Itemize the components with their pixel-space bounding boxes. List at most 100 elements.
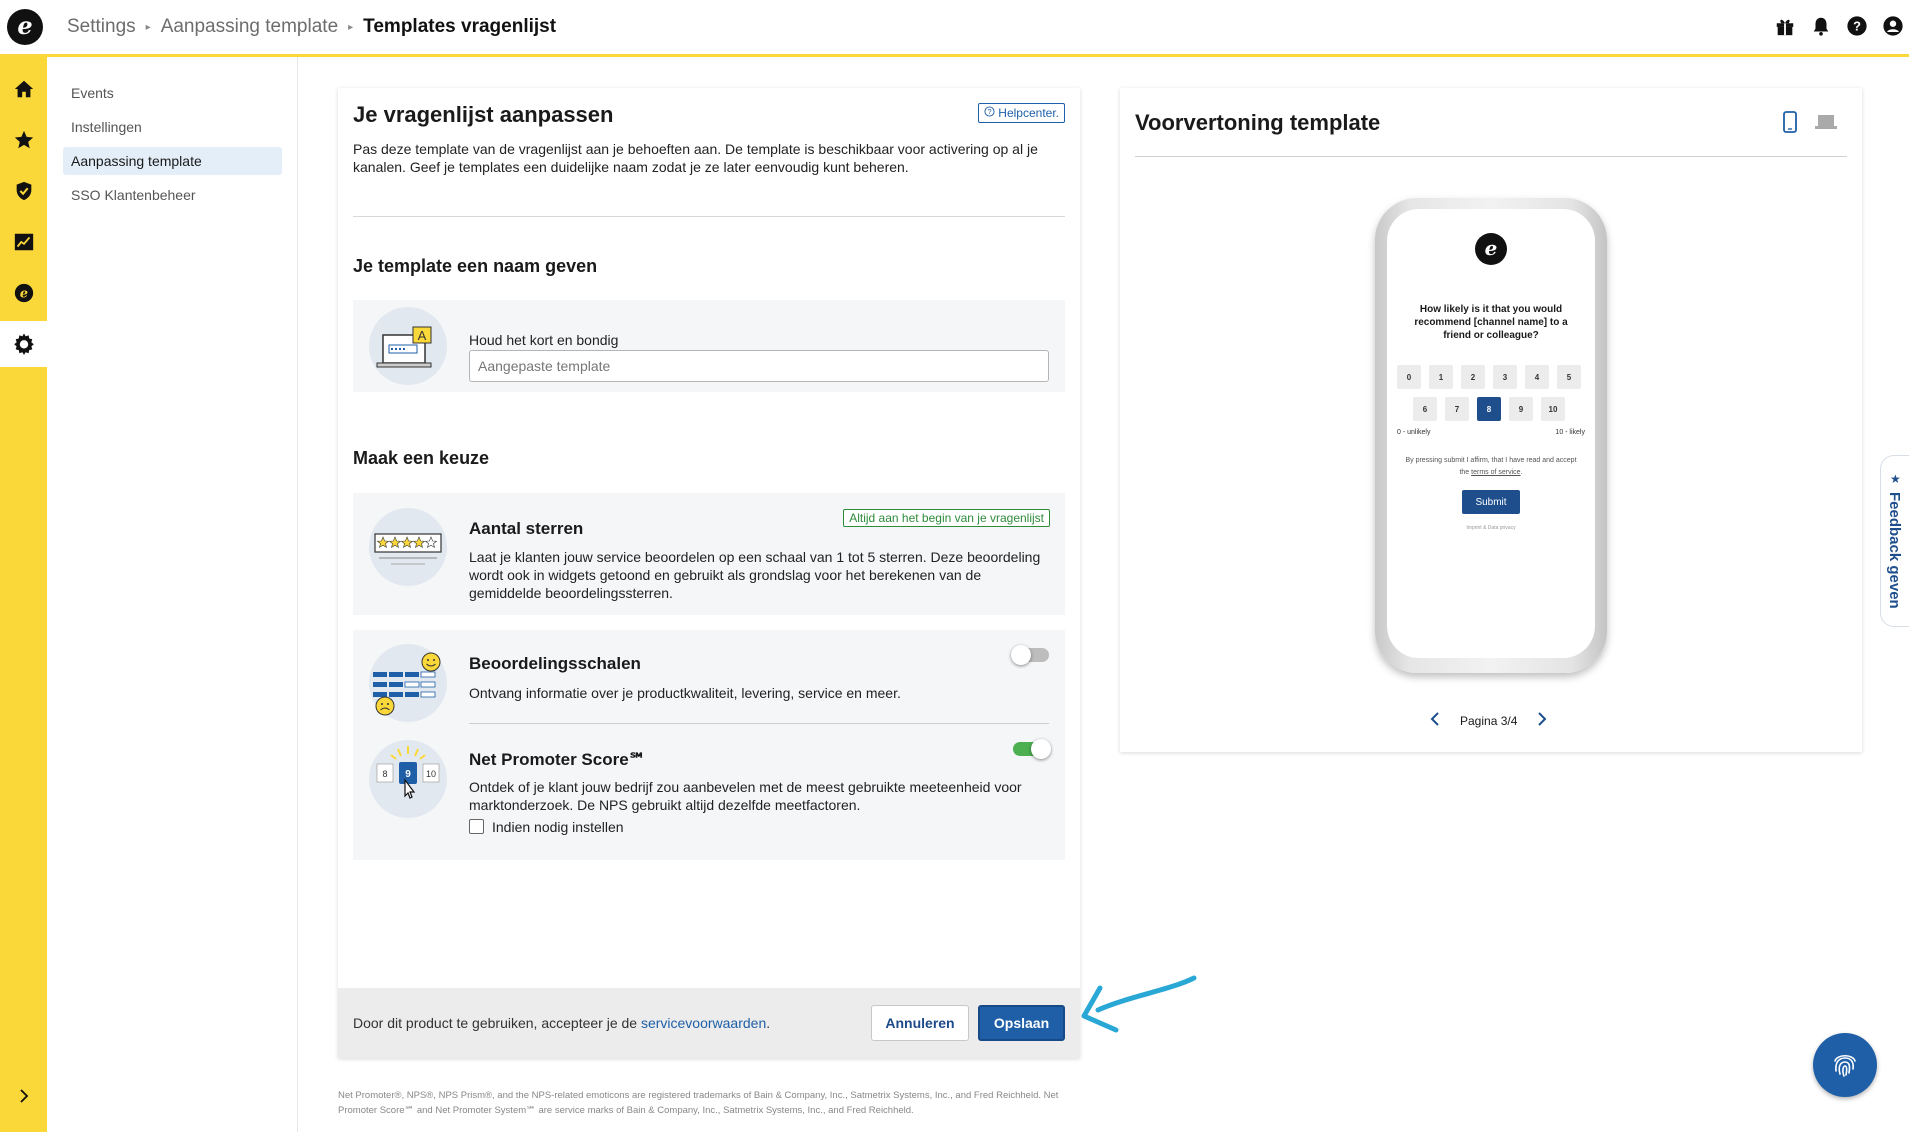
template-name-input[interactable] [469,350,1049,382]
preview-submit-button[interactable]: Submit [1462,490,1520,514]
star-icon[interactable] [0,117,47,163]
svg-text:A: A [418,328,427,343]
terms-of-service-link[interactable]: servicevoorwaarden [641,1015,766,1031]
nps-option[interactable]: 4 [1525,365,1549,389]
expand-icon[interactable] [0,1073,47,1119]
save-button[interactable]: Opslaan [978,1005,1065,1041]
questionnaire-editor-card: Je vragenlijst aanpassen ? Helpcenter. P… [338,88,1080,1058]
nps-description: Ontdek of je klant jouw bedrijf zou aanb… [469,779,1022,813]
breadcrumb-settings[interactable]: Settings [67,16,136,38]
shield-icon[interactable] [0,168,47,214]
nps-option-selected[interactable]: 8 [1477,397,1501,421]
top-bar: e Settings ▸ Aanpassing template ▸ Templ… [0,0,1909,57]
rating-scales-title: Beoordelingsschalen [469,654,641,673]
annotation-arrow-icon [1081,975,1197,1033]
nps-option[interactable]: 2 [1461,365,1485,389]
nps-illustration-number: 8 [382,769,387,779]
nps-option[interactable]: 0 [1397,365,1421,389]
home-icon[interactable] [0,66,47,112]
nps-toggle[interactable] [1013,739,1051,759]
preview-question: How likely is it that you would recommen… [1414,304,1568,341]
feedback-tab[interactable]: ★ Feedback geven [1880,455,1909,627]
breadcrumb-separator-icon: ▸ [348,21,354,33]
ekomi-logo[interactable]: e [7,9,43,45]
star-icon: ★ [1890,472,1901,486]
nps-title: Net Promoter Score℠ [469,750,646,769]
breadcrumb: Settings ▸ Aanpassing template ▸ Templat… [67,16,556,38]
helpcenter-link[interactable]: ? Helpcenter. [978,103,1065,123]
trademark-disclaimer: Net Promoter®, NPS®, NPS Prism®, and the… [338,1090,1059,1116]
bell-icon[interactable] [1809,14,1833,38]
preview-imprint-link[interactable]: Imprint & Data privacy [1441,525,1541,531]
divider [1135,156,1847,157]
scale-low-label: 0 - unlikely [1397,429,1431,436]
stars-option-panel: Aantal sterren Altijd aan het begin van … [353,493,1065,615]
star-rating-illustration-icon [369,508,447,586]
gear-icon[interactable] [0,321,47,367]
optional-questions-panel: Beoordelingsschalen Ontvang informatie o… [353,630,1065,860]
ekomi-icon[interactable]: e [0,270,47,316]
mobile-device-icon[interactable] [1783,111,1797,137]
editor-footer: Door dit product te gebruiken, accepteer… [338,988,1080,1058]
help-icon[interactable]: ? [1845,14,1869,38]
configure-if-needed-label[interactable]: Indien nodig instellen [492,819,624,835]
name-field-label: Houd het kort en bondig [469,332,619,348]
preview-title: Voorvertoning template [1135,110,1381,135]
nps-illustration-number: 10 [426,769,436,779]
nps-option[interactable]: 3 [1493,365,1517,389]
nps-illustration-icon: 8 9 10 [369,740,447,818]
preview-terms-link[interactable]: terms of service [1471,469,1520,476]
desktop-device-icon[interactable] [1815,114,1837,134]
fingerprint-chat-button[interactable] [1813,1033,1877,1097]
chevron-right-icon[interactable] [1537,712,1547,729]
breadcrumb-aanpassing-template[interactable]: Aanpassing template [161,16,338,38]
terms-notice: Door dit product te gebruiken, accepteer… [353,1015,770,1031]
always-first-badge: Altijd aan het begin van je vragenlijst [843,509,1050,527]
fingerprint-icon [1834,1054,1856,1077]
nps-option[interactable]: 7 [1445,397,1469,421]
left-rail: e [0,57,47,1132]
configure-if-needed-checkbox[interactable] [469,819,484,834]
template-preview-card: Voorvertoning template e How likely is i… [1120,88,1862,752]
divider [469,723,1049,724]
chart-icon[interactable] [0,219,47,265]
svg-text:?: ? [988,107,992,116]
svg-text:e: e [19,287,27,302]
intro-text: Pas deze template van de vragenlijst aan… [353,141,1038,175]
stars-option-title: Aantal sterren [469,519,584,538]
nps-option[interactable]: 5 [1557,365,1581,389]
divider [353,216,1065,217]
breadcrumb-current-page: Templates vragenlijst [363,16,557,37]
nps-option[interactable]: 1 [1429,365,1453,389]
preview-pager: Pagina 3/4 [1430,712,1547,729]
nps-option[interactable]: 10 [1541,397,1565,421]
stars-option-description: Laat je klanten jouw service beoordelen … [469,549,1041,601]
cancel-button[interactable]: Annuleren [871,1005,969,1041]
rating-scales-illustration-icon [369,644,447,722]
preview-terms: By pressing submit I affirm, that I have… [1405,457,1577,476]
breadcrumb-separator-icon: ▸ [145,21,151,33]
help-circle-icon: ? [984,106,995,120]
settings-subnav: Events Instellingen Aanpassing template … [47,57,298,1132]
phone-screen: e How likely is it that you would recomm… [1387,209,1595,658]
subnav-item-aanpassing-template[interactable]: Aanpassing template [63,147,282,175]
choice-section-title: Maak een keuze [353,448,490,468]
laptop-illustration-icon: A [369,307,447,385]
terms-notice-end: . [766,1015,771,1031]
gift-icon[interactable] [1773,14,1797,38]
terms-notice-text: Door dit product te gebruiken, accepteer… [353,1015,641,1031]
nps-option[interactable]: 9 [1509,397,1533,421]
toggle-knob [1011,645,1031,665]
phone-mockup: e How likely is it that you would recomm… [1375,198,1607,673]
pager-label: Pagina 3/4 [1460,713,1518,728]
account-icon[interactable] [1881,14,1905,38]
rating-scales-toggle[interactable] [1011,645,1049,665]
page-title: Je vragenlijst aanpassen [353,102,614,127]
subnav-item-instellingen[interactable]: Instellingen [63,113,282,141]
helpcenter-label: Helpcenter. [998,106,1059,120]
subnav-item-sso-klantenbeheer[interactable]: SSO Klantenbeheer [63,181,282,209]
chevron-left-icon[interactable] [1430,712,1440,729]
subnav-item-events[interactable]: Events [63,79,282,107]
nps-option[interactable]: 6 [1413,397,1437,421]
feedback-tab-label: Feedback geven [1886,492,1903,609]
